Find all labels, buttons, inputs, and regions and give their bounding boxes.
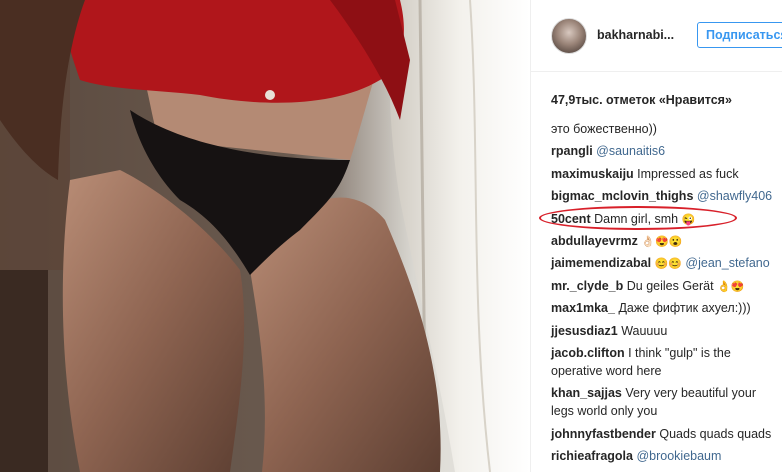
comment-item: richieafragola @brookiebaum xyxy=(551,447,782,465)
comment-mention[interactable]: @shawfly406 xyxy=(697,189,772,203)
comment-item: bigmac_mclovin_thighs @shawfly406 xyxy=(551,187,782,205)
comment-username[interactable]: 50cent xyxy=(551,212,591,226)
comment-username[interactable]: johnnyfastbender xyxy=(551,427,656,441)
comment-mention[interactable]: @brookiebaum xyxy=(636,449,721,463)
likes-count[interactable]: 47,9тыс. отметок «Нравится» xyxy=(551,93,732,107)
comment-username[interactable]: jjesusdiaz1 xyxy=(551,324,618,338)
comment-item: jaimemendizabal 😊😊 @jean_stefano xyxy=(551,254,782,272)
post-header: bakharnabi... Подписаться xyxy=(531,0,782,72)
comment-item: rpangli @saunaitis6 xyxy=(551,142,782,160)
comment-item: это божественно)) xyxy=(551,120,782,138)
comment-text: Wauuuu xyxy=(621,323,668,338)
comment-text: Даже фифтик ахуел:))) xyxy=(618,301,751,316)
comment-mention[interactable]: @saunaitis6 xyxy=(596,144,665,158)
comment-item: mr._clyde_b Du geiles Gerät 👌😍 xyxy=(551,277,782,295)
comment-username[interactable]: bigmac_mclovin_thighs xyxy=(551,189,693,203)
emoji-icon: 👌🏻😍😮 xyxy=(641,235,683,248)
post-photo-illustration xyxy=(0,0,530,472)
comment-text: Quads quads quads xyxy=(659,426,772,441)
emoji-icon: 😜 xyxy=(681,213,696,226)
comment-item: abdullayevrmz 👌🏻😍😮 xyxy=(551,232,782,250)
emoji-icon: 😊😊 xyxy=(654,258,682,271)
post-sidebar: bakharnabi... Подписаться 47,9тыс. отмет… xyxy=(530,0,782,472)
emoji-icon: 👌😍 xyxy=(717,280,745,293)
comment-item: khan_sajjas Very very beautiful your leg… xyxy=(551,384,777,420)
comment-username[interactable]: rpangli xyxy=(551,144,593,158)
comment-username[interactable]: richieafragola xyxy=(551,449,633,463)
comment-text: это божественно)) xyxy=(551,122,657,136)
comment-mention[interactable]: @jean_stefano xyxy=(685,256,769,270)
comment-item: maximuskaiju Impressed as fuck xyxy=(551,165,782,183)
comment-username[interactable]: jaimemendizabal xyxy=(551,256,651,270)
comment-username[interactable]: maximuskaiju xyxy=(551,167,634,181)
comment-text: Du geiles Gerät xyxy=(626,278,714,293)
comment-username[interactable]: mr._clyde_b xyxy=(551,279,623,293)
comment-item: jacob.clifton I think "gulp" is the oper… xyxy=(551,344,777,380)
comment-text: Impressed as fuck xyxy=(637,166,739,181)
comment-username[interactable]: jacob.clifton xyxy=(551,346,625,360)
comment-item: max1mka_ Даже фифтик ахуел:))) xyxy=(551,299,782,317)
profile-avatar[interactable] xyxy=(551,18,587,54)
comment-username[interactable]: khan_sajjas xyxy=(551,386,622,400)
comment-username[interactable]: max1mka_ xyxy=(551,301,615,315)
comment-text: Damn girl, smh xyxy=(594,211,679,226)
follow-button[interactable]: Подписаться xyxy=(697,22,782,48)
comment-item-highlighted: 50cent Damn girl, smh 😜 xyxy=(551,210,782,228)
comment-item: jjesusdiaz1 Wauuuu xyxy=(551,322,782,340)
comment-item: johnnyfastbender Quads quads quads xyxy=(551,425,782,443)
comment-username[interactable]: abdullayevrmz xyxy=(551,234,638,248)
post-photo[interactable] xyxy=(0,0,530,472)
post-username[interactable]: bakharnabi... xyxy=(597,28,674,42)
comment-list: это божественно)) rpangli @saunaitis6 ma… xyxy=(551,120,782,469)
